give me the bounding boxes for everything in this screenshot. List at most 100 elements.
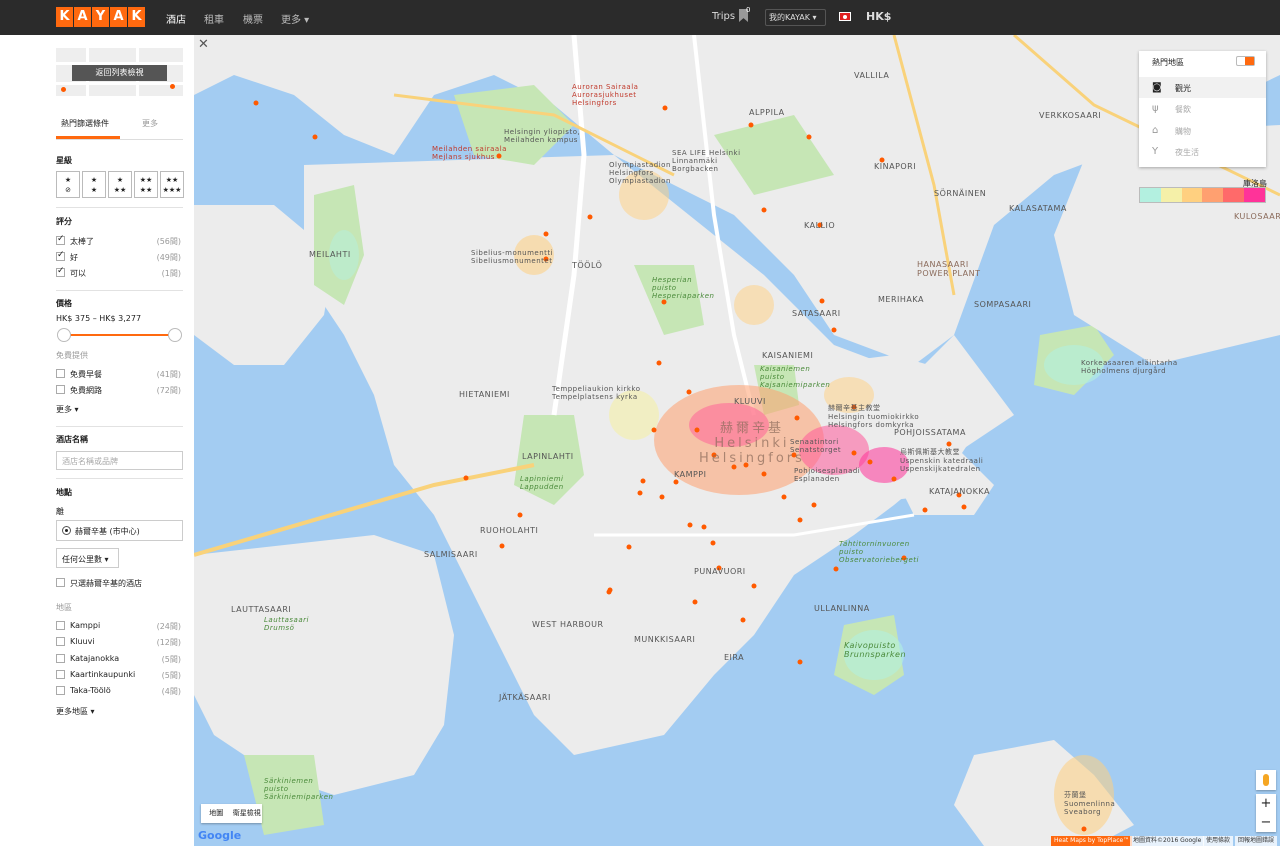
nav-more[interactable]: 更多 ▾ [281, 11, 309, 26]
nav-hotels[interactable]: 酒店 [166, 11, 186, 26]
radio-label: 赫爾辛基 (市中心) [75, 527, 140, 536]
stars-heading: 星級 [56, 156, 72, 165]
map-label: KULOSAARI [1234, 212, 1280, 221]
map-label: Olympiastadion Helsingfors Olympiastadio… [609, 161, 671, 185]
only-city-checkbox[interactable]: 只選赫爾辛基的酒店 [56, 577, 183, 589]
location-radio[interactable]: 赫爾辛基 (市中心) [56, 520, 183, 541]
star-option-5[interactable]: ★★ ★★★ [160, 171, 184, 198]
street-view-pegman-icon[interactable] [1256, 770, 1276, 790]
heat-swatch [1244, 188, 1265, 202]
district-checkbox[interactable]: Kamppi (24間) [56, 620, 183, 632]
checkbox[interactable] [56, 686, 65, 695]
map-label: MERIHAKA [878, 295, 924, 304]
count: (49間) [156, 253, 181, 262]
star-option-3[interactable]: ★ ★★ [108, 171, 132, 198]
map-label: Lapinniemi Lappudden [520, 475, 564, 491]
map-label: Helsingin yliopisto, Meilahden kampus [504, 128, 581, 144]
map-label: 赫爾辛基主教堂 Helsingin tuomiokirkko Helsingfo… [828, 404, 920, 429]
rating-excellent-checkbox[interactable]: 太棒了 (56間) [56, 234, 183, 247]
checkbox-label: Kamppi [70, 621, 101, 630]
my-kayak-dropdown[interactable]: 我的KAYAK ▾ [765, 9, 826, 26]
kayak-logo[interactable]: K A Y A K [56, 7, 145, 27]
district-checkbox[interactable]: Taka-Töölö (4間) [56, 685, 183, 697]
checkbox[interactable] [56, 621, 65, 630]
filter-sidebar [0, 35, 194, 846]
map-label: ULLANLINNA [814, 604, 870, 613]
checkbox[interactable] [56, 670, 65, 679]
map-label: Kaisaniemen puisto Kajsaniemiparken [760, 365, 831, 389]
map-label: Lauttasaari Drumsö [264, 616, 309, 632]
tab-more-filters[interactable]: 更多 [142, 118, 158, 129]
checkbox[interactable] [56, 250, 65, 261]
map-label: KALLIO [804, 221, 836, 230]
free-breakfast-checkbox[interactable]: 免費早餐 (41間) [56, 368, 183, 380]
map-label: HIETANIEMI [459, 390, 510, 399]
heat-category-sightseeing[interactable]: ◙ 觀光 [1139, 77, 1266, 98]
district-checkbox[interactable]: Kluuvi (12間) [56, 636, 183, 648]
star-option-2[interactable]: ★ ★ [82, 171, 106, 198]
filter-tabs: 熱門篩選條件 更多 [56, 116, 183, 140]
satellite-view-button[interactable]: 衛星檢視 [232, 804, 263, 823]
checkbox-label: Taka-Töölö [70, 686, 111, 695]
heat-maps-attribution[interactable]: Heat Maps by TopPlace™ [1051, 836, 1133, 846]
free-heading: 免費提供 [56, 351, 88, 360]
heat-swatch [1140, 188, 1161, 202]
top-navigation-bar: K A Y A K 酒店 租車 機票 更多 ▾ Trips 0 我的KAYAK … [0, 0, 1280, 35]
star-option-0[interactable]: ★ ⊘ [56, 171, 80, 198]
map-view-button[interactable]: 地圖 [201, 804, 232, 823]
hong-kong-flag-icon[interactable] [839, 12, 851, 21]
currency-selector[interactable]: HK$ [866, 10, 891, 23]
hotel-marker [170, 84, 175, 89]
district-checkbox[interactable]: Katajanokka (5間) [56, 653, 183, 665]
checkbox[interactable] [56, 654, 65, 663]
close-map-icon[interactable]: ✕ [198, 37, 209, 52]
from-label: 離 [56, 507, 64, 516]
map-label: MUNKKISAARI [634, 635, 696, 644]
map-canvas[interactable]: VALLILA ALPPILA VERKKOSAARI KINAPORI SÖR… [194, 35, 1280, 846]
district-checkbox[interactable]: Kaartinkaupunki (5間) [56, 669, 183, 681]
nav-cars[interactable]: 租車 [204, 11, 224, 26]
heat-map-toggle[interactable] [1236, 56, 1255, 66]
tab-popular-filters[interactable]: 熱門篩選條件 [61, 118, 109, 129]
free-internet-checkbox[interactable]: 免費網路 (72間) [56, 384, 183, 396]
heat-category-dining[interactable]: ψ 餐飲 [1139, 98, 1266, 119]
zoom-in-button[interactable]: + [1256, 794, 1276, 813]
logo-letter: A [110, 7, 127, 27]
hotel-name-input[interactable]: 酒店名稱或品牌 [56, 451, 183, 470]
distance-dropdown[interactable]: 任何公里數 ▾ [56, 548, 119, 568]
terms-link[interactable]: 使用條款 [1203, 836, 1234, 846]
star-option-4[interactable]: ★★ ★★ [134, 171, 158, 198]
heat-category-nightlife[interactable]: Y 夜生活 [1139, 141, 1266, 162]
heat-swatch [1223, 188, 1245, 202]
rating-good-checkbox[interactable]: 好 (49間) [56, 250, 183, 263]
nav-flights[interactable]: 機票 [243, 11, 263, 26]
checkbox[interactable] [56, 578, 65, 587]
price-min-handle[interactable] [57, 328, 71, 342]
price-slider-track[interactable] [63, 334, 176, 336]
checkbox[interactable] [56, 234, 65, 245]
checkbox-label: 免費網路 [70, 386, 102, 395]
rating-ok-checkbox[interactable]: 可以 (1間) [56, 266, 183, 279]
star-filter: ★ ⊘ ★ ★ ★ ★★ ★★ ★★ ★★ ★★★ [56, 171, 184, 198]
heat-swatch [1160, 188, 1182, 202]
map-label: LAUTTASAARI [231, 605, 292, 614]
checkbox[interactable] [56, 266, 65, 277]
back-to-list-button[interactable]: 返回列表檢視 [72, 65, 167, 81]
more-amenities-link[interactable]: 更多 ▾ [56, 404, 79, 415]
logo-letter: K [56, 7, 73, 27]
map-label: 烏斯佩斯基大教堂 Uspenskin katedraali Uspenskijk… [900, 448, 984, 473]
heat-category-shopping[interactable]: ⌂ 購物 [1139, 120, 1266, 141]
rating-heading: 評分 [56, 217, 72, 226]
checkbox[interactable] [56, 385, 65, 394]
price-max-handle[interactable] [168, 328, 182, 342]
trips-link[interactable]: Trips [712, 11, 735, 22]
checkbox[interactable] [56, 369, 65, 378]
more-districts-link[interactable]: 更多地區 ▾ [56, 706, 95, 717]
map-label: SALMISAARI [424, 550, 478, 559]
radio-button[interactable] [62, 526, 71, 535]
zoom-out-button[interactable]: − [1256, 813, 1276, 832]
map-label: Senaatintori Senatstorget [790, 438, 842, 454]
checkbox[interactable] [56, 637, 65, 646]
count: (4間) [161, 687, 181, 696]
report-error-link[interactable]: 回報地圖錯誤 [1235, 836, 1278, 846]
